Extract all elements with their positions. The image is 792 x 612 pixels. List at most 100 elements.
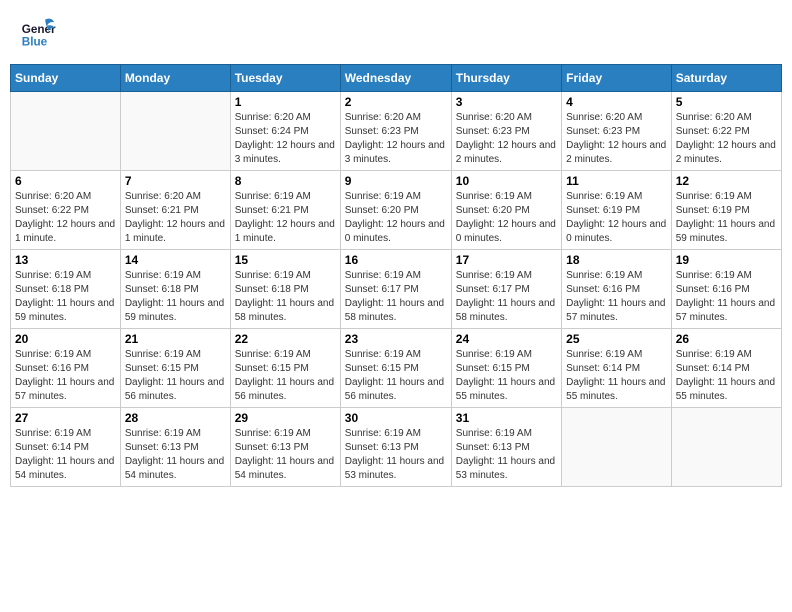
day-number: 30 bbox=[345, 411, 447, 425]
day-number: 31 bbox=[456, 411, 557, 425]
calendar-cell bbox=[120, 92, 230, 171]
weekday-header: Tuesday bbox=[230, 65, 340, 92]
day-info: Sunrise: 6:19 AM Sunset: 6:15 PM Dayligh… bbox=[235, 348, 336, 404]
day-info: Sunrise: 6:19 AM Sunset: 6:15 PM Dayligh… bbox=[345, 348, 447, 404]
calendar-cell: 28 Sunrise: 6:19 AM Sunset: 6:13 PM Dayli… bbox=[120, 408, 230, 487]
day-info: Sunrise: 6:19 AM Sunset: 6:14 PM Dayligh… bbox=[566, 348, 667, 404]
calendar-cell: 30 Sunrise: 6:19 AM Sunset: 6:13 PM Dayli… bbox=[340, 408, 451, 487]
calendar-cell: 14Sunrise: 6:19 AM Sunset: 6:18 PM Dayli… bbox=[120, 250, 230, 329]
calendar-cell: 24 Sunrise: 6:19 AM Sunset: 6:15 PM Dayli… bbox=[451, 329, 561, 408]
day-info: Sunrise: 6:20 AM Sunset: 6:23 PM Dayligh… bbox=[345, 111, 447, 167]
day-info: Sunrise: 6:19 AM Sunset: 6:14 PM Dayligh… bbox=[15, 427, 116, 483]
day-info: Sunrise: 6:19 AM Sunset: 6:19 PM Dayligh… bbox=[676, 190, 777, 246]
calendar-cell: 19 Sunrise: 6:19 AM Sunset: 6:16 PM Dayli… bbox=[671, 250, 781, 329]
day-info: Sunrise: 6:19 AM Sunset: 6:16 PM Dayligh… bbox=[566, 269, 667, 325]
calendar-week-row: 13Sunrise: 6:19 AM Sunset: 6:18 PM Dayli… bbox=[11, 250, 782, 329]
calendar-cell: 26Sunrise: 6:19 AM Sunset: 6:14 PM Dayli… bbox=[671, 329, 781, 408]
day-number: 12 bbox=[676, 174, 777, 188]
day-info: Sunrise: 6:19 AM Sunset: 6:15 PM Dayligh… bbox=[456, 348, 557, 404]
day-info: Sunrise: 6:19 AM Sunset: 6:17 PM Dayligh… bbox=[456, 269, 557, 325]
calendar-cell: 11 Sunrise: 6:19 AM Sunset: 6:19 PM Dayli… bbox=[562, 171, 672, 250]
svg-text:Blue: Blue bbox=[22, 36, 48, 49]
day-info: Sunrise: 6:20 AM Sunset: 6:23 PM Dayligh… bbox=[456, 111, 557, 167]
day-info: Sunrise: 6:19 AM Sunset: 6:21 PM Dayligh… bbox=[235, 190, 336, 246]
day-number: 11 bbox=[566, 174, 667, 188]
weekday-header: Friday bbox=[562, 65, 672, 92]
day-number: 10 bbox=[456, 174, 557, 188]
day-info: Sunrise: 6:19 AM Sunset: 6:13 PM Dayligh… bbox=[456, 427, 557, 483]
day-number: 27 bbox=[15, 411, 116, 425]
calendar-cell: 7 Sunrise: 6:20 AM Sunset: 6:21 PM Daylig… bbox=[120, 171, 230, 250]
day-info: Sunrise: 6:20 AM Sunset: 6:22 PM Dayligh… bbox=[676, 111, 777, 167]
day-number: 9 bbox=[345, 174, 447, 188]
day-info: Sunrise: 6:20 AM Sunset: 6:22 PM Dayligh… bbox=[15, 190, 116, 246]
day-number: 16 bbox=[345, 253, 447, 267]
calendar-cell bbox=[11, 92, 121, 171]
day-info: Sunrise: 6:19 AM Sunset: 6:17 PM Dayligh… bbox=[345, 269, 447, 325]
calendar-cell bbox=[562, 408, 672, 487]
calendar-cell: 23 Sunrise: 6:19 AM Sunset: 6:15 PM Dayli… bbox=[340, 329, 451, 408]
day-number: 25 bbox=[566, 332, 667, 346]
logo: General Blue bbox=[20, 15, 56, 51]
day-info: Sunrise: 6:19 AM Sunset: 6:19 PM Dayligh… bbox=[566, 190, 667, 246]
day-info: Sunrise: 6:19 AM Sunset: 6:13 PM Dayligh… bbox=[125, 427, 226, 483]
calendar-week-row: 27 Sunrise: 6:19 AM Sunset: 6:14 PM Dayli… bbox=[11, 408, 782, 487]
day-number: 18 bbox=[566, 253, 667, 267]
calendar-cell: 4Sunrise: 6:20 AM Sunset: 6:23 PM Daylig… bbox=[562, 92, 672, 171]
calendar-cell: 18 Sunrise: 6:19 AM Sunset: 6:16 PM Dayli… bbox=[562, 250, 672, 329]
day-number: 7 bbox=[125, 174, 226, 188]
day-info: Sunrise: 6:19 AM Sunset: 6:18 PM Dayligh… bbox=[125, 269, 226, 325]
day-info: Sunrise: 6:20 AM Sunset: 6:21 PM Dayligh… bbox=[125, 190, 226, 246]
day-number: 28 bbox=[125, 411, 226, 425]
weekday-header: Sunday bbox=[11, 65, 121, 92]
calendar-cell: 9 Sunrise: 6:19 AM Sunset: 6:20 PM Daylig… bbox=[340, 171, 451, 250]
weekday-header: Wednesday bbox=[340, 65, 451, 92]
day-number: 6 bbox=[15, 174, 116, 188]
day-info: Sunrise: 6:19 AM Sunset: 6:14 PM Dayligh… bbox=[676, 348, 777, 404]
svg-text:General: General bbox=[22, 23, 56, 36]
day-number: 19 bbox=[676, 253, 777, 267]
day-info: Sunrise: 6:19 AM Sunset: 6:13 PM Dayligh… bbox=[345, 427, 447, 483]
weekday-header: Monday bbox=[120, 65, 230, 92]
calendar-table: SundayMondayTuesdayWednesdayThursdayFrid… bbox=[10, 64, 782, 487]
calendar-cell: 3 Sunrise: 6:20 AM Sunset: 6:23 PM Daylig… bbox=[451, 92, 561, 171]
calendar-cell: 20Sunrise: 6:19 AM Sunset: 6:16 PM Dayli… bbox=[11, 329, 121, 408]
calendar-cell: 13Sunrise: 6:19 AM Sunset: 6:18 PM Dayli… bbox=[11, 250, 121, 329]
calendar-week-row: 1Sunrise: 6:20 AM Sunset: 6:24 PM Daylig… bbox=[11, 92, 782, 171]
calendar-cell: 8Sunrise: 6:19 AM Sunset: 6:21 PM Daylig… bbox=[230, 171, 340, 250]
header: General Blue bbox=[10, 10, 782, 56]
calendar-cell: 27 Sunrise: 6:19 AM Sunset: 6:14 PM Dayli… bbox=[11, 408, 121, 487]
day-number: 17 bbox=[456, 253, 557, 267]
calendar-cell: 29Sunrise: 6:19 AM Sunset: 6:13 PM Dayli… bbox=[230, 408, 340, 487]
day-info: Sunrise: 6:19 AM Sunset: 6:15 PM Dayligh… bbox=[125, 348, 226, 404]
calendar-week-row: 6 Sunrise: 6:20 AM Sunset: 6:22 PM Daylig… bbox=[11, 171, 782, 250]
day-number: 5 bbox=[676, 95, 777, 109]
day-info: Sunrise: 6:19 AM Sunset: 6:13 PM Dayligh… bbox=[235, 427, 336, 483]
calendar-header-row: SundayMondayTuesdayWednesdayThursdayFrid… bbox=[11, 65, 782, 92]
weekday-header: Thursday bbox=[451, 65, 561, 92]
day-number: 21 bbox=[125, 332, 226, 346]
day-number: 15 bbox=[235, 253, 336, 267]
calendar-cell: 2Sunrise: 6:20 AM Sunset: 6:23 PM Daylig… bbox=[340, 92, 451, 171]
calendar-cell: 21 Sunrise: 6:19 AM Sunset: 6:15 PM Dayli… bbox=[120, 329, 230, 408]
day-info: Sunrise: 6:19 AM Sunset: 6:18 PM Dayligh… bbox=[235, 269, 336, 325]
calendar-cell: 22Sunrise: 6:19 AM Sunset: 6:15 PM Dayli… bbox=[230, 329, 340, 408]
day-info: Sunrise: 6:19 AM Sunset: 6:20 PM Dayligh… bbox=[456, 190, 557, 246]
calendar-cell: 16 Sunrise: 6:19 AM Sunset: 6:17 PM Dayli… bbox=[340, 250, 451, 329]
weekday-header: Saturday bbox=[671, 65, 781, 92]
calendar-week-row: 20Sunrise: 6:19 AM Sunset: 6:16 PM Dayli… bbox=[11, 329, 782, 408]
day-info: Sunrise: 6:19 AM Sunset: 6:20 PM Dayligh… bbox=[345, 190, 447, 246]
calendar-cell: 31 Sunrise: 6:19 AM Sunset: 6:13 PM Dayli… bbox=[451, 408, 561, 487]
day-number: 23 bbox=[345, 332, 447, 346]
calendar-cell: 1Sunrise: 6:20 AM Sunset: 6:24 PM Daylig… bbox=[230, 92, 340, 171]
day-number: 20 bbox=[15, 332, 116, 346]
logo-icon: General Blue bbox=[20, 15, 56, 51]
day-number: 24 bbox=[456, 332, 557, 346]
calendar-cell: 10 Sunrise: 6:19 AM Sunset: 6:20 PM Dayli… bbox=[451, 171, 561, 250]
calendar-cell: 5 Sunrise: 6:20 AM Sunset: 6:22 PM Daylig… bbox=[671, 92, 781, 171]
day-info: Sunrise: 6:19 AM Sunset: 6:16 PM Dayligh… bbox=[676, 269, 777, 325]
calendar-cell: 25 Sunrise: 6:19 AM Sunset: 6:14 PM Dayli… bbox=[562, 329, 672, 408]
day-number: 3 bbox=[456, 95, 557, 109]
day-number: 1 bbox=[235, 95, 336, 109]
calendar-cell: 15 Sunrise: 6:19 AM Sunset: 6:18 PM Dayli… bbox=[230, 250, 340, 329]
